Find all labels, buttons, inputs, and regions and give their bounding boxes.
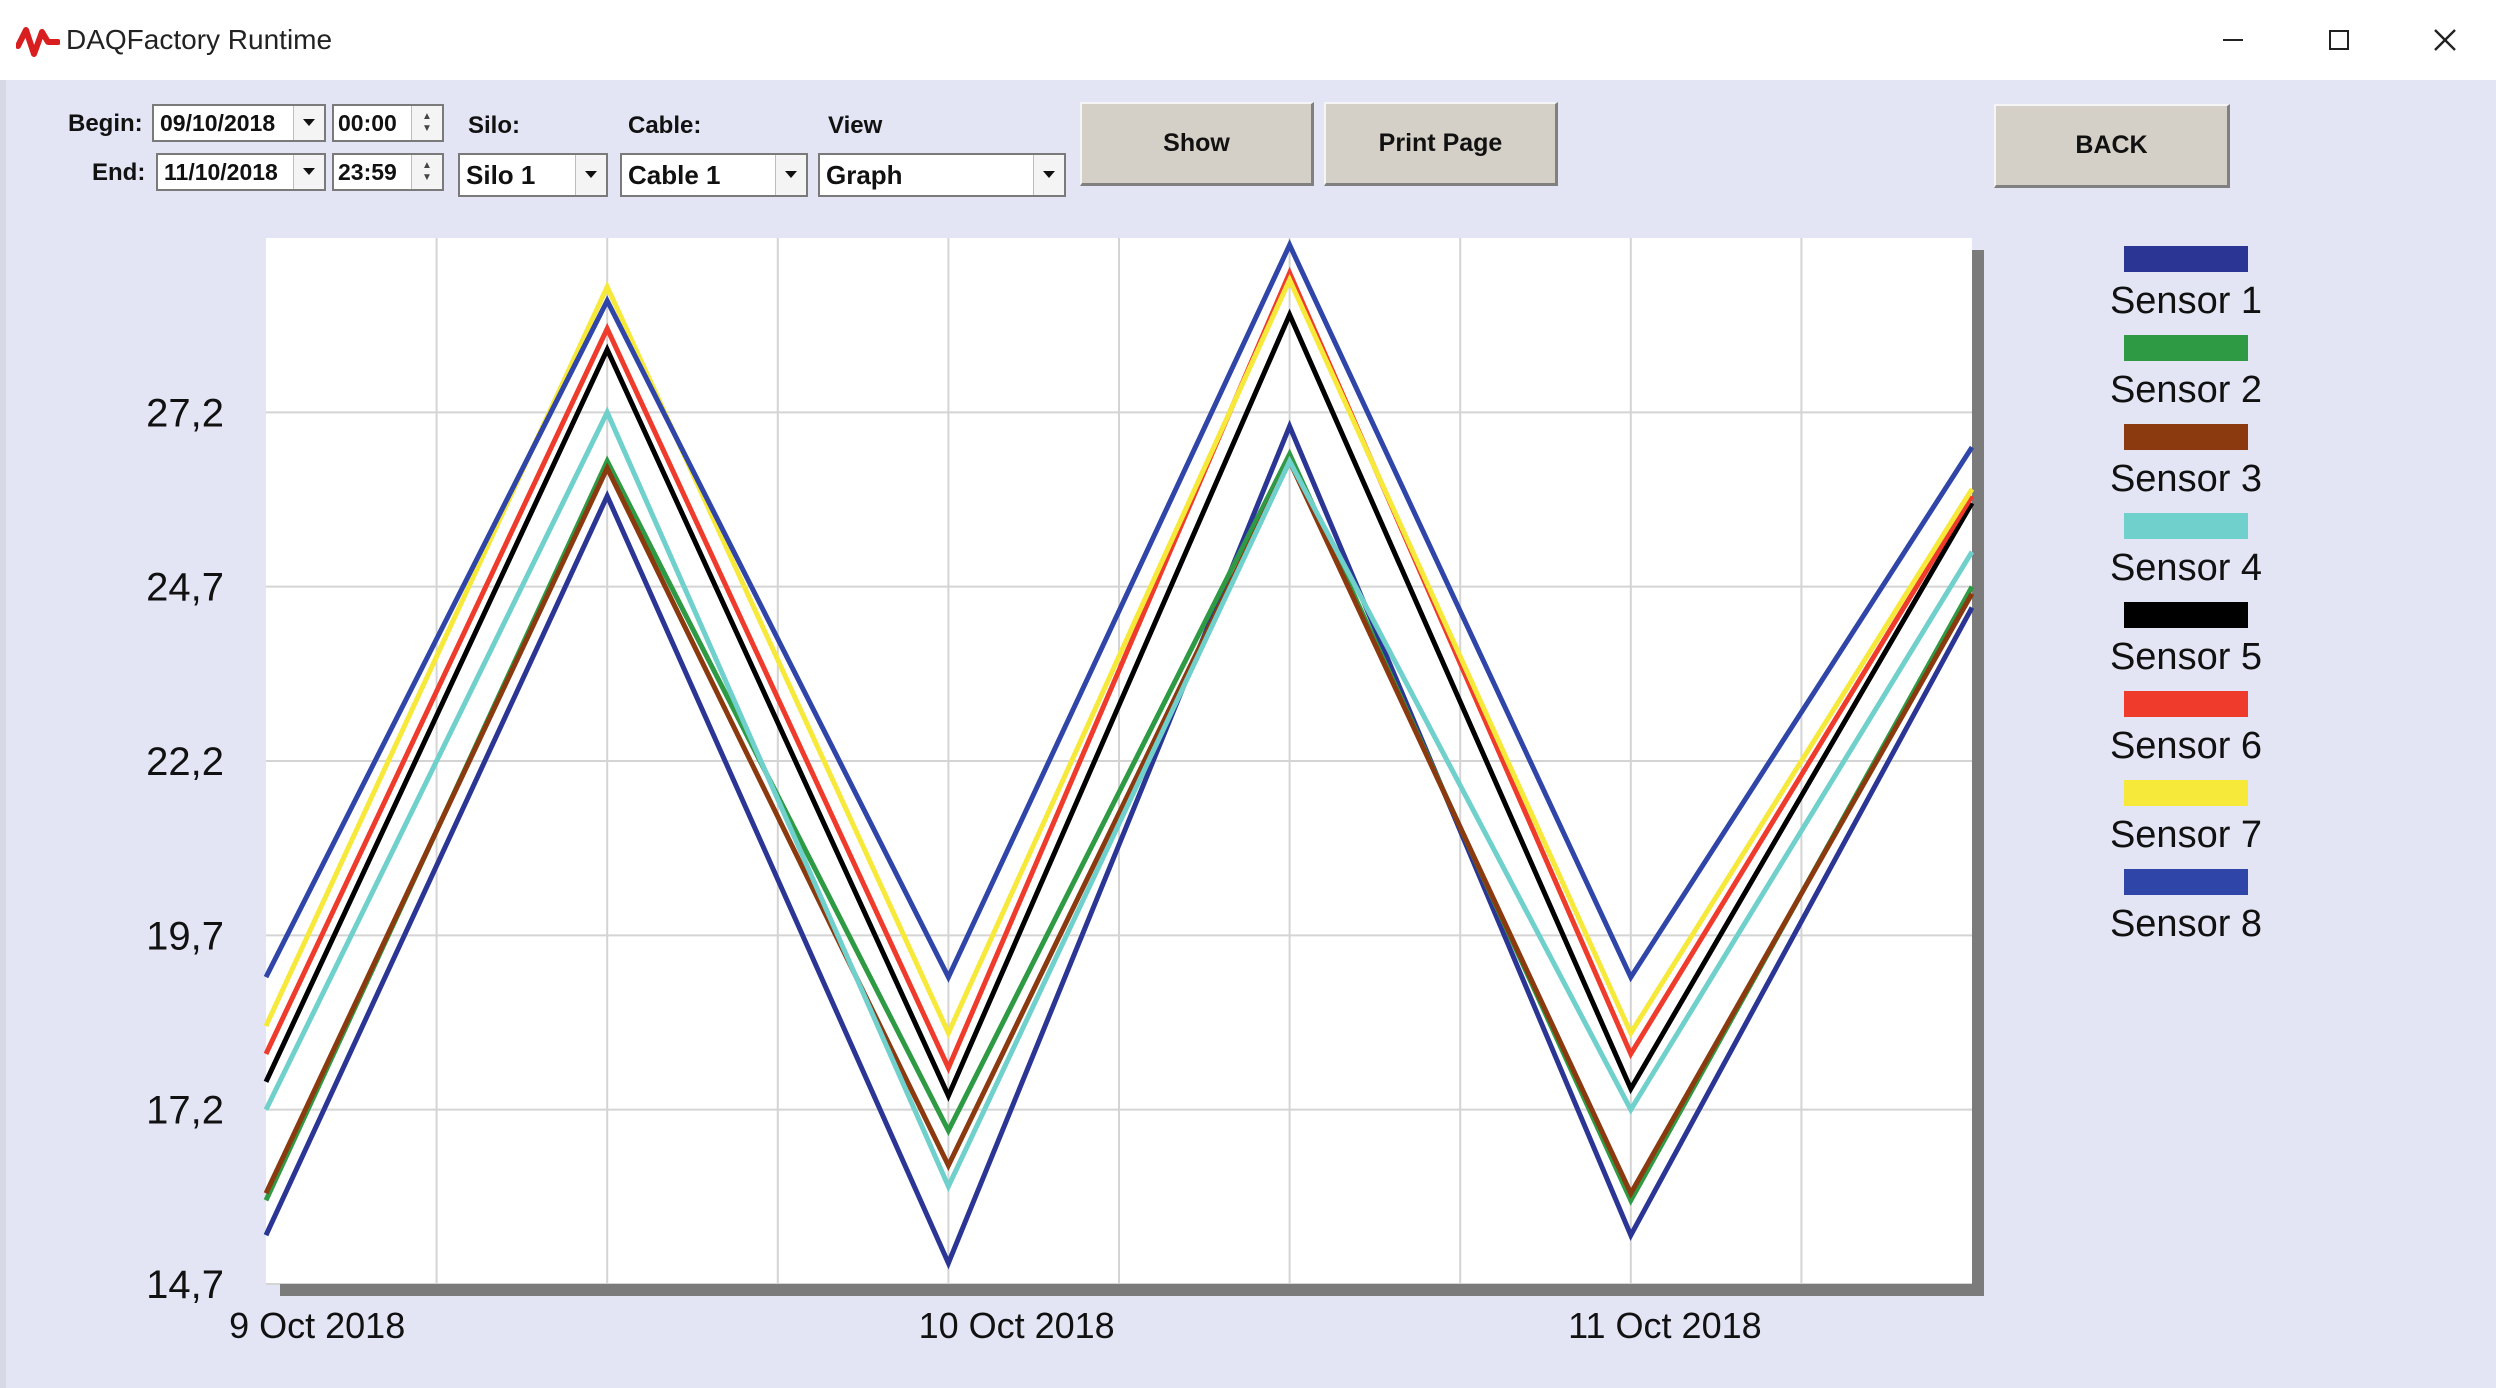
- x-axis-ticks: 9 Oct 2018 10 Oct 2018 11 Oct 2018: [229, 1305, 1762, 1346]
- maximize-icon: [2329, 30, 2349, 50]
- y-tick-label: 24,7: [146, 566, 224, 610]
- legend-label-sensor-5: Sensor 5: [2109, 636, 2263, 678]
- legend-swatch-sensor-6: [2124, 691, 2248, 717]
- legend-label-sensor-3: Sensor 3: [2109, 458, 2263, 500]
- legend-label-sensor-6: Sensor 6: [2109, 725, 2263, 767]
- maximize-button[interactable]: [2286, 0, 2392, 80]
- client-area: Begin: End: 09/10/2018 00:00 ▲ ▼ 11/10/20…: [0, 80, 2496, 1388]
- title-bar: DAQFactory Runtime: [0, 0, 2496, 81]
- plot-shadow-bottom: [280, 1284, 1984, 1296]
- legend-swatch-sensor-3: [2124, 424, 2248, 450]
- legend-swatch-sensor-7: [2124, 780, 2248, 806]
- x-tick-label: 11 Oct 2018: [1568, 1305, 1761, 1346]
- legend-label-sensor-8: Sensor 8: [2109, 903, 2263, 945]
- legend-label-sensor-7: Sensor 7: [2109, 814, 2263, 856]
- close-button[interactable]: [2392, 0, 2496, 80]
- y-tick-label: 22,2: [146, 740, 224, 784]
- y-axis-ticks: 27,2 24,7 22,2 19,7 17,2 14,7: [146, 391, 224, 1307]
- legend-swatch-sensor-5: [2124, 602, 2248, 628]
- close-icon: [2434, 29, 2456, 51]
- minimize-icon: [2223, 39, 2243, 41]
- legend-swatch-sensor-4: [2124, 513, 2248, 539]
- minimize-button[interactable]: [2180, 0, 2286, 80]
- daqfactory-logo-icon: [16, 27, 60, 57]
- y-tick-label: 17,2: [146, 1089, 224, 1133]
- legend-swatch-sensor-2: [2124, 335, 2248, 361]
- y-tick-label: 27,2: [146, 391, 224, 435]
- legend-label-sensor-1: Sensor 1: [2109, 280, 2263, 322]
- x-tick-label: 9 Oct 2018: [229, 1305, 405, 1346]
- x-tick-label: 10 Oct 2018: [919, 1305, 1115, 1346]
- window-title: DAQFactory Runtime: [66, 24, 333, 55]
- legend-swatch-sensor-8: [2124, 869, 2248, 895]
- legend-swatch-sensor-1: [2124, 246, 2248, 272]
- y-tick-label: 19,7: [146, 914, 224, 958]
- plot-shadow-right: [1972, 250, 1984, 1296]
- y-tick-label: 14,7: [146, 1263, 224, 1307]
- legend-label-sensor-4: Sensor 4: [2109, 547, 2263, 589]
- legend-label-sensor-2: Sensor 2: [2109, 369, 2263, 411]
